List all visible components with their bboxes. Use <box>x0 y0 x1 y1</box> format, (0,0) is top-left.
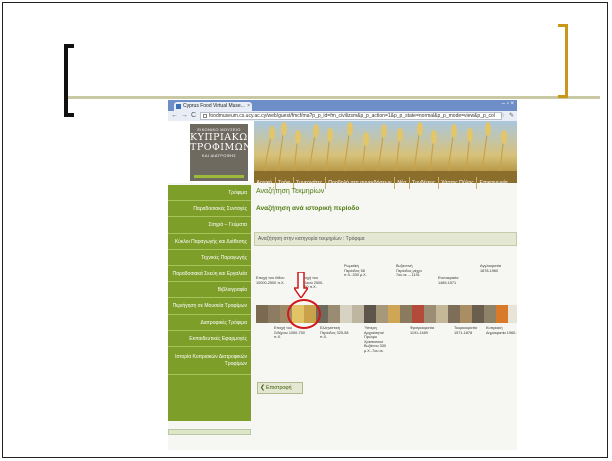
timeline-label-stone-age[interactable]: Εποχή του Λίθου 10000-2500 π.Χ. <box>256 276 286 285</box>
wrench-icon[interactable]: ✎ <box>509 112 514 119</box>
timeline-label-roman[interactable]: Ρωμαϊκή Περίοδος 58 π.Χ.-330 μ.Χ. <box>344 264 374 278</box>
title-rule <box>68 96 600 99</box>
favicon-icon <box>176 104 181 109</box>
timeline-label-british[interactable]: Αγγλοκρατία 1878-1960 <box>480 264 510 273</box>
timeline-thumb-8[interactable] <box>340 305 352 323</box>
back-arrow-icon: ❮ <box>260 385 266 391</box>
url-input[interactable]: foodmuseum.cs.ucy.ac.cy/web/guest/fmcf/m… <box>200 112 502 120</box>
timeline-thumb-17[interactable] <box>448 305 460 323</box>
timeline-thumb-13[interactable] <box>400 305 412 323</box>
timeline-thumb-12[interactable] <box>388 305 400 323</box>
red-highlight-circle <box>287 299 321 329</box>
sidebar-item-bibliography[interactable]: Βιβλιογραφία <box>168 282 251 299</box>
timeline-label-venetian[interactable]: Ενετοκρατία 1489-1571 <box>438 276 468 285</box>
page-title: Αναζήτηση Τεκμηρίων <box>256 188 325 195</box>
timeline-label-ottoman[interactable]: Τουρκοκρατία 1571-1878 <box>454 326 486 335</box>
timeline-thumb-11[interactable] <box>376 305 388 323</box>
timeline-label-republic[interactable]: Κυπριακή Δημοκρατία 1960- <box>486 326 517 335</box>
sidebar-item-nutrition[interactable]: Διατροφικές Τρόφιμα <box>168 315 251 331</box>
timeline-label-late-antiquity[interactable]: Ύστερη Αρχαιότητα/ Πρώιμο Χριστιανικό Βυ… <box>364 326 396 354</box>
browser-screenshot: Cyprus Food Virtual Muse... × – ▫ × ← → … <box>168 100 517 450</box>
site-logo[interactable]: ΕΙΚΟΝΙΚΟ ΜΟΥΣΕΙΟ ΚΥΠΡΙΑΚΩΝ ΤΡΟΦΙΜΩΝ ΚΑΙ … <box>190 124 256 181</box>
browser-tab-bar: Cyprus Food Virtual Muse... × – ▫ × <box>168 100 517 111</box>
logo-line-3: ΤΡΟΦΙΜΩΝ <box>190 142 252 153</box>
timeline-thumb-14[interactable] <box>412 305 424 323</box>
timeline-thumb-19[interactable] <box>472 305 484 323</box>
back-button[interactable]: ❮ Επιστροφή <box>257 382 303 394</box>
sidebar-item-techniques[interactable]: Τεχνικές Παραγωγής <box>168 250 251 266</box>
timeline-thumb-9[interactable] <box>352 305 364 323</box>
sidebar-footer-bar <box>168 429 251 435</box>
logo-line-4: ΚΑΙ ΔΙΑΤΡΟΦΗΣ <box>201 153 237 158</box>
top-navigation-menu: Αρχική Τρόφ Συνεργάτες Προβολή στα συνεκδόσ… <box>254 171 517 189</box>
timeline-thumb-22[interactable] <box>508 305 517 323</box>
sidebar-item-recipes[interactable]: Παραδοσιακές Συνταγές <box>168 201 251 218</box>
page-subtitle: Αναζήτηση ανά ιστορική περίοδο <box>256 205 360 212</box>
sidebar-item-grains[interactable]: Σιτηρά – Γεύματα <box>168 217 251 234</box>
timeline-label-byzantine[interactable]: Βυζαντινή Περίοδος μέχρι 7ου αι. – 1191 <box>396 264 426 278</box>
timeline-thumb-10[interactable] <box>364 305 376 323</box>
sidebar-menu: Τρόφιμα Παραδοσιακές Συνταγές Σιτηρά – Γ… <box>168 185 251 421</box>
red-arrow-icon <box>294 272 308 298</box>
timeline-thumb-16[interactable] <box>436 305 448 323</box>
left-bracket-decoration <box>64 44 74 117</box>
sidebar-item-utensils[interactable]: Παραδοσιακά Σκεύη και Εργαλεία <box>168 266 251 283</box>
timeline-label-frankish[interactable]: Φραγκοκρατία 1191-1489 <box>410 326 442 335</box>
browser-tab-title: Cyprus Food Virtual Muse... <box>183 103 245 109</box>
timeline-thumb-2[interactable] <box>268 305 280 323</box>
back-button-label: Επιστροφή <box>266 385 292 391</box>
timeline-thumb-21[interactable] <box>496 305 508 323</box>
bookmark-star-icon[interactable]: ☆ <box>500 112 505 119</box>
timeline-thumb-18[interactable] <box>460 305 472 323</box>
reload-icon[interactable]: C <box>191 112 196 120</box>
sidebar-item-production-cycles[interactable]: Κύκλοι Παραγωγής και Διάθεσης <box>168 234 251 250</box>
sidebar-item-food[interactable]: Τρόφιμα <box>168 185 251 202</box>
timeline-label-hellenistic[interactable]: Ελληνιστική Περίοδος 325-58 π.Χ. <box>320 326 352 340</box>
timeline-label-iron-age[interactable]: Εποχή του Σιδήρου 1050-750 π.Χ. <box>274 326 306 340</box>
browser-tab[interactable]: Cyprus Food Virtual Muse... × <box>174 102 252 111</box>
right-bracket-decoration <box>558 24 568 98</box>
category-banner: Αναζήτηση στην κατηγορία τεκμηρίων : Τρό… <box>254 232 517 246</box>
forward-icon[interactable]: → <box>181 112 188 120</box>
tab-close-icon[interactable]: × <box>247 102 250 111</box>
window-controls[interactable]: – ▫ × <box>502 101 514 107</box>
url-text: foodmuseum.cs.ucy.ac.cy/web/guest/fmcf/m… <box>209 113 495 119</box>
timeline-thumb-20[interactable] <box>484 305 496 323</box>
timeline-thumb-7[interactable] <box>328 305 340 323</box>
wheat-stalks-graphic <box>263 122 507 172</box>
sidebar-item-history[interactable]: Ιστορία Κυπριακών Διατροφικών Τροφίμων <box>168 347 251 375</box>
timeline-thumb-1[interactable] <box>256 305 268 323</box>
site-header: ΕΙΚΟΝΙΚΟ ΜΟΥΣΕΙΟ ΚΥΠΡΙΑΚΩΝ ΤΡΟΦΙΜΩΝ ΚΑΙ … <box>168 121 517 189</box>
timeline-thumb-15[interactable] <box>424 305 436 323</box>
back-icon[interactable]: ← <box>171 112 178 120</box>
sidebar-item-museums[interactable]: Περιήγηση σε Μουσεία Τροφίμων <box>168 298 251 315</box>
logo-stripe <box>194 175 244 178</box>
main-content: Αναζήτηση Τεκμηρίων Αναζήτηση ανά ιστορι… <box>254 185 517 450</box>
page-icon <box>203 114 207 118</box>
sidebar-item-education[interactable]: Εκπαιδευτικές Εφαρμογές <box>168 331 251 347</box>
